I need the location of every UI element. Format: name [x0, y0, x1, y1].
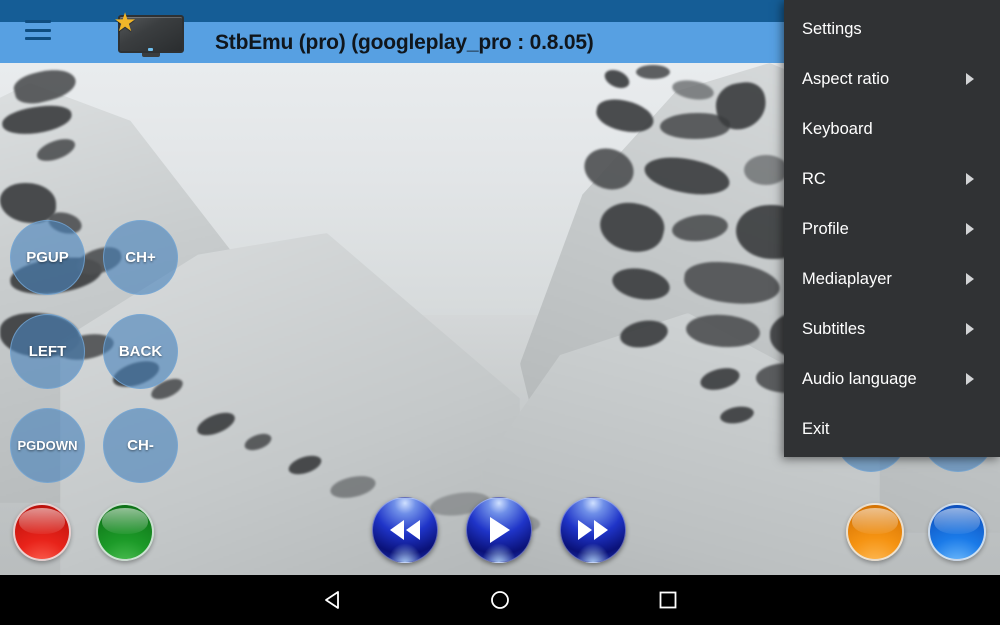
rock-patch [636, 65, 670, 79]
chevron-right-icon [966, 223, 974, 235]
hamburger-line [25, 28, 51, 32]
rock-patch [744, 155, 788, 185]
menu-item-label: Profile [802, 219, 849, 238]
rc-button-chdown[interactable]: CH- [103, 408, 178, 483]
tv-led [148, 48, 153, 51]
chevron-right-icon [966, 373, 974, 385]
nav-home-button[interactable] [455, 575, 545, 625]
chevron-right-icon [966, 323, 974, 335]
fast-forward-button[interactable] [560, 497, 626, 563]
device-screen: ★ StbEmu (pro) (googleplay_pro : 0.8.05)… [0, 0, 1000, 625]
rc-button-label: CH+ [125, 249, 156, 266]
fast-forward-icon [578, 520, 608, 540]
android-navigation-bar [0, 575, 1000, 625]
rewind-icon [390, 520, 420, 540]
tv-star-icon: ★ [112, 9, 190, 59]
rc-button-label: LEFT [28, 343, 67, 360]
red-key-button[interactable] [13, 503, 71, 561]
rc-button-pgup[interactable]: PGUP [10, 220, 85, 295]
menu-item-label: Aspect ratio [802, 69, 890, 88]
rc-button-pgdown[interactable]: PGDOWN [10, 408, 85, 483]
menu-item-aspect-ratio[interactable]: Aspect ratio [784, 54, 1000, 104]
triangle-left-icon [325, 591, 339, 609]
menu-item-keyboard[interactable]: Keyboard [784, 104, 1000, 154]
button-highlight [575, 542, 611, 562]
menu-item-profile[interactable]: Profile [784, 204, 1000, 254]
rewind-button[interactable] [372, 497, 438, 563]
rc-button-label: PGUP [26, 249, 69, 266]
rc-button-back[interactable]: BACK [103, 314, 178, 389]
chevron-right-icon [966, 73, 974, 85]
menu-item-label: Keyboard [802, 119, 873, 138]
page-title: StbEmu (pro) (googleplay_pro : 0.8.05) [215, 30, 594, 54]
hamburger-menu-icon[interactable] [25, 20, 51, 40]
rc-button-left[interactable]: LEFT [10, 314, 85, 389]
tv-stand [142, 53, 160, 57]
menu-item-rc[interactable]: RC [784, 154, 1000, 204]
menu-item-label: Settings [802, 19, 862, 38]
star-badge-icon: ★ [113, 7, 137, 37]
menu-item-subtitles[interactable]: Subtitles [784, 304, 1000, 354]
menu-item-audio-language[interactable]: Audio language [784, 354, 1000, 404]
options-popup-menu: Settings Aspect ratio Keyboard RC Profil… [784, 0, 1000, 457]
yellow-key-button[interactable] [846, 503, 904, 561]
menu-item-label: Subtitles [802, 319, 866, 338]
play-icon [490, 517, 510, 543]
hamburger-line [25, 37, 51, 40]
rc-button-label: BACK [118, 343, 163, 360]
circle-icon [491, 591, 509, 609]
button-highlight [481, 542, 517, 562]
blue-key-button[interactable] [928, 503, 986, 561]
menu-item-mediaplayer[interactable]: Mediaplayer [784, 254, 1000, 304]
menu-item-label: Audio language [802, 369, 917, 388]
button-highlight [387, 542, 423, 562]
menu-item-label: Exit [802, 419, 830, 438]
rc-button-chup[interactable]: CH+ [103, 220, 178, 295]
chevron-right-icon [966, 173, 974, 185]
menu-item-label: Mediaplayer [802, 269, 892, 288]
menu-item-settings[interactable]: Settings [784, 4, 1000, 54]
play-button[interactable] [466, 497, 532, 563]
menu-item-label: RC [802, 169, 826, 188]
hamburger-line [25, 20, 51, 23]
chevron-right-icon [966, 273, 974, 285]
rc-button-label: CH- [127, 437, 154, 454]
nav-recent-button[interactable] [623, 575, 713, 625]
nav-back-button[interactable] [288, 575, 378, 625]
green-key-button[interactable] [96, 503, 154, 561]
rc-button-label: PGDOWN [17, 438, 78, 453]
square-icon [659, 591, 677, 609]
menu-item-exit[interactable]: Exit [784, 404, 1000, 454]
